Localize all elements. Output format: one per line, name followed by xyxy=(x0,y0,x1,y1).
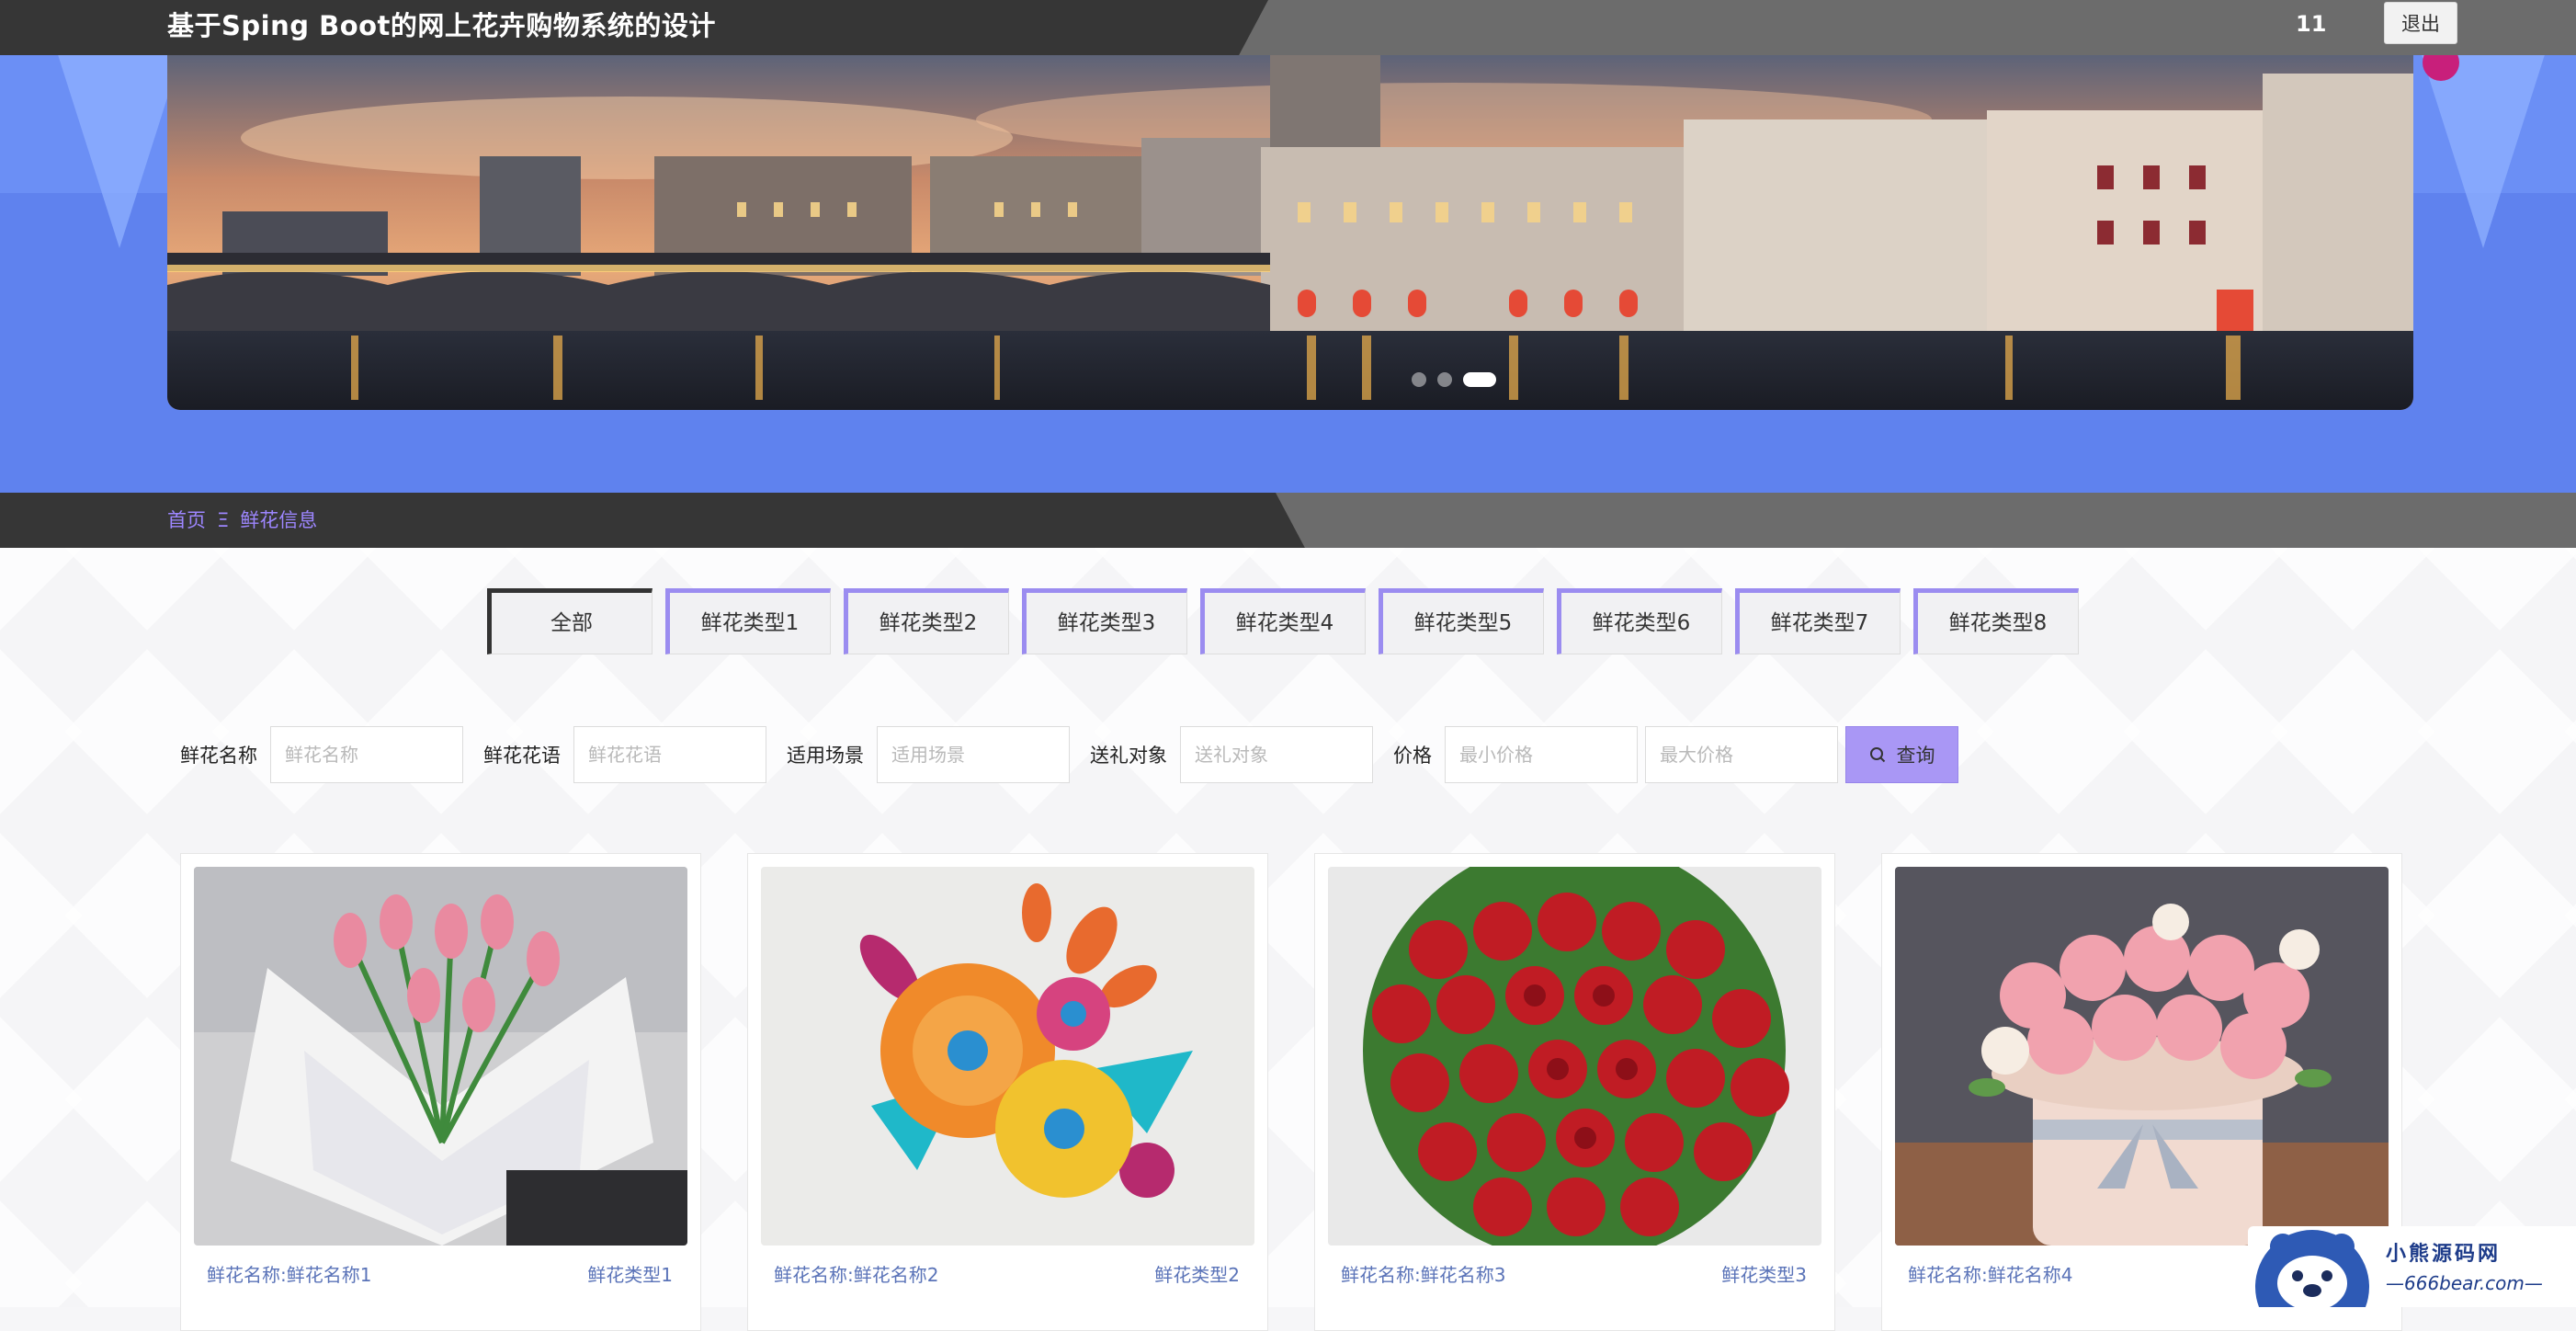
product-type[interactable]: 鲜花类型2 xyxy=(1154,1260,1240,1287)
scene-input[interactable] xyxy=(877,726,1070,783)
product-card[interactable]: 鲜花名称:鲜花名称3 鲜花类型3 xyxy=(1314,853,1835,1331)
product-name[interactable]: 鲜花名称:鲜花名称2 xyxy=(774,1260,938,1287)
breadcrumb-slant-decoration xyxy=(1276,493,2576,548)
red-rose-bouquet-image xyxy=(1328,867,1821,1246)
flower-language-label: 鲜花花语 xyxy=(483,745,561,767)
breadcrumb-current[interactable]: 鲜花信息 xyxy=(240,493,317,548)
tab-type-7[interactable]: 鲜花类型7 xyxy=(1735,588,1901,654)
tab-all[interactable]: 全部 xyxy=(487,588,653,654)
tab-type-6[interactable]: 鲜花类型6 xyxy=(1557,588,1722,654)
product-name[interactable]: 鲜花名称:鲜花名称3 xyxy=(1341,1260,1505,1287)
product-image[interactable] xyxy=(194,867,687,1246)
search-icon xyxy=(1869,747,1885,763)
current-user[interactable]: 11 xyxy=(2296,0,2326,48)
tab-type-3[interactable]: 鲜花类型3 xyxy=(1022,588,1187,654)
product-grid: 鲜花名称:鲜花名称1 鲜花类型1 鲜花名称:鲜花名称2 鲜花类型2 鲜花名称:鲜… xyxy=(180,853,2402,1331)
carousel-dot-3[interactable] xyxy=(1463,372,1496,387)
hero-triangle-decoration xyxy=(55,55,184,248)
search-button[interactable]: 查询 xyxy=(1845,726,1958,783)
paper-flower-image xyxy=(761,867,1254,1246)
carousel-dot-2[interactable] xyxy=(1437,372,1452,387)
breadcrumb: 首页 Ξ 鲜花信息 xyxy=(167,493,317,548)
product-meta: 鲜花名称:鲜花名称2 鲜花类型2 xyxy=(761,1246,1254,1287)
breadcrumb-separator-icon: Ξ xyxy=(217,509,230,531)
price-label: 价格 xyxy=(1393,745,1432,767)
tab-type-4[interactable]: 鲜花类型4 xyxy=(1200,588,1366,654)
navbar-slant-decoration xyxy=(1239,0,2576,55)
category-tabs: 全部 鲜花类型1 鲜花类型2 鲜花类型3 鲜花类型4 鲜花类型5 鲜花类型6 鲜… xyxy=(487,588,2079,654)
flower-name-label: 鲜花名称 xyxy=(180,745,257,767)
banner-city-image xyxy=(167,55,2413,410)
hero-triangle-decoration xyxy=(2419,55,2548,248)
tab-type-1[interactable]: 鲜花类型1 xyxy=(665,588,831,654)
tab-type-5[interactable]: 鲜花类型5 xyxy=(1379,588,1544,654)
site-title[interactable]: 基于Sping Boot的网上花卉购物系统的设计 xyxy=(167,0,716,55)
gift-target-label: 送礼对象 xyxy=(1090,745,1167,767)
watermark: 小熊源码网 —666bear.com— xyxy=(2248,1226,2576,1307)
carousel-dot-1[interactable] xyxy=(1412,372,1426,387)
carousel-indicators xyxy=(1412,372,1496,387)
product-name[interactable]: 鲜花名称:鲜花名称4 xyxy=(1908,1260,2072,1287)
tab-type-8[interactable]: 鲜花类型8 xyxy=(1913,588,2079,654)
scene-label: 适用场景 xyxy=(787,745,864,767)
watermark-title: 小熊源码网 xyxy=(2386,1242,2502,1266)
tab-type-2[interactable]: 鲜花类型2 xyxy=(844,588,1009,654)
min-price-input[interactable] xyxy=(1445,726,1638,783)
pink-rose-box-image xyxy=(1895,867,2389,1246)
bear-logo-icon xyxy=(2255,1230,2369,1307)
product-name[interactable]: 鲜花名称:鲜花名称1 xyxy=(207,1260,371,1287)
banner-carousel[interactable] xyxy=(167,55,2413,410)
max-price-input[interactable] xyxy=(1645,726,1838,783)
watermark-url: —666bear.com— xyxy=(2386,1272,2543,1294)
product-card[interactable]: 鲜花名称:鲜花名称2 鲜花类型2 xyxy=(747,853,1268,1331)
main-content: 全部 鲜花类型1 鲜花类型2 鲜花类型3 鲜花类型4 鲜花类型5 鲜花类型6 鲜… xyxy=(0,548,2576,1331)
tulip-bouquet-image xyxy=(194,867,687,1246)
top-navbar: 基于Sping Boot的网上花卉购物系统的设计 11 退出 xyxy=(0,0,2576,55)
product-meta: 鲜花名称:鲜花名称3 鲜花类型3 xyxy=(1328,1246,1821,1287)
product-meta: 鲜花名称:鲜花名称1 鲜花类型1 xyxy=(194,1246,687,1287)
search-form: 鲜花名称 鲜花花语 适用场景 送礼对象 价格 查询 xyxy=(180,726,1958,783)
product-card[interactable]: 鲜花名称:鲜花名称1 鲜花类型1 xyxy=(180,853,701,1331)
product-image[interactable] xyxy=(1328,867,1821,1246)
gift-target-input[interactable] xyxy=(1180,726,1373,783)
product-type[interactable]: 鲜花类型3 xyxy=(1721,1260,1807,1287)
logout-button[interactable]: 退出 xyxy=(2384,2,2457,44)
hero-section xyxy=(0,55,2576,493)
breadcrumb-bar: 首页 Ξ 鲜花信息 xyxy=(0,493,2576,548)
product-image[interactable] xyxy=(1895,867,2389,1246)
breadcrumb-home-link[interactable]: 首页 xyxy=(167,493,206,548)
product-image[interactable] xyxy=(761,867,1254,1246)
flower-name-input[interactable] xyxy=(270,726,463,783)
flower-language-input[interactable] xyxy=(573,726,766,783)
search-button-label: 查询 xyxy=(1896,745,1935,767)
product-type[interactable]: 鲜花类型1 xyxy=(587,1260,673,1287)
